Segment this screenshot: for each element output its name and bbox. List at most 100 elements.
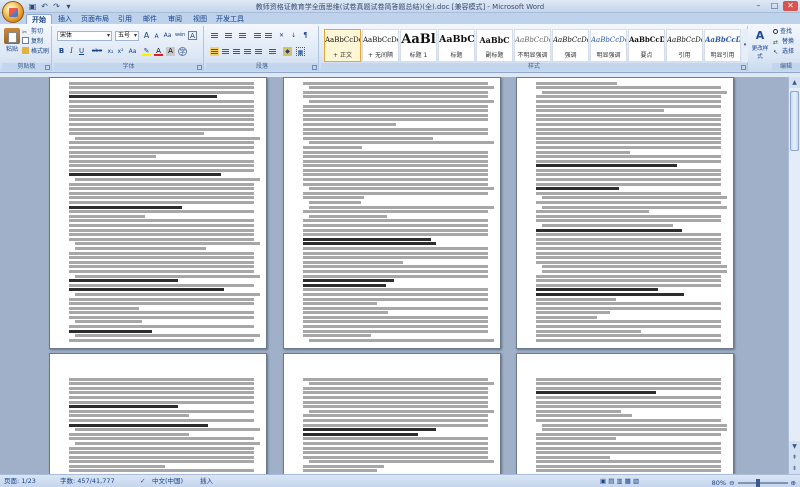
style-normal[interactable]: AaBbCcDc + 正文	[324, 29, 361, 62]
align-center-icon[interactable]	[221, 47, 230, 56]
page-indicator[interactable]: 页面: 1/23	[4, 475, 36, 487]
page-3[interactable]	[516, 77, 734, 349]
vertical-scrollbar[interactable]: ▲ ▼ ⇞ ⇟	[788, 77, 800, 474]
maximize-icon[interactable]: □	[767, 1, 782, 11]
page-5[interactable]	[283, 353, 501, 474]
paragraph-launcher-icon[interactable]	[312, 65, 317, 70]
character-shading-icon[interactable]: A	[166, 47, 175, 56]
numbering-icon[interactable]	[224, 31, 233, 40]
style-emphasis[interactable]: AaBbCcDc 强调	[552, 29, 589, 62]
minimize-icon[interactable]: –	[751, 1, 766, 11]
multilevel-list-icon[interactable]	[238, 31, 247, 40]
superscript-button[interactable]: x²	[116, 47, 125, 56]
shading-icon[interactable]: ◆	[283, 47, 292, 56]
font-launcher-icon[interactable]	[197, 65, 202, 70]
style-subtitle[interactable]: AaBbC 副标题	[476, 29, 513, 62]
language-indicator[interactable]: 中文(中国)	[152, 475, 183, 487]
style-subtle-emphasis[interactable]: AaBbCcDc 不明显强调	[514, 29, 551, 62]
chinese-layout-icon[interactable]: ✕	[277, 31, 286, 40]
zoom-slider-knob[interactable]	[755, 479, 760, 487]
format-painter-button[interactable]: 格式刷	[22, 47, 49, 56]
outline-icon[interactable]: ▦	[625, 477, 631, 485]
tab-home[interactable]: 开始	[26, 14, 52, 24]
copy-button[interactable]: 复制	[22, 37, 43, 46]
web-layout-icon[interactable]: ▥	[616, 477, 622, 485]
style-no-spacing[interactable]: AaBbCcDc + 无间隔	[362, 29, 399, 62]
spelling-status-icon[interactable]: ✓	[140, 475, 145, 487]
tab-developer[interactable]: 开发工具	[214, 14, 246, 24]
font-size-select[interactable]: 五号	[115, 31, 139, 41]
zoom-slider[interactable]	[737, 479, 788, 487]
office-button[interactable]	[2, 1, 24, 23]
sort-icon[interactable]: ↓	[289, 31, 298, 40]
page-6[interactable]	[516, 353, 734, 474]
style-title[interactable]: AaBbC 标题	[438, 29, 475, 62]
bullets-icon[interactable]	[210, 31, 219, 40]
styles-launcher-icon[interactable]	[741, 65, 746, 70]
paste-button[interactable]: 粘贴	[3, 28, 21, 53]
character-border-button[interactable]: A	[188, 31, 197, 40]
enclose-characters-icon[interactable]: 字	[178, 47, 187, 56]
style-strong[interactable]: AaBbCcDc要点	[628, 29, 665, 62]
cut-button[interactable]: ✂ 剪切	[22, 27, 43, 36]
phonetic-guide-button[interactable]: wén	[175, 31, 185, 40]
justify-icon[interactable]	[243, 47, 252, 56]
borders-icon[interactable]: ▦	[296, 47, 305, 56]
italic-button[interactable]: I	[67, 47, 76, 56]
strikethrough-button[interactable]: abe	[90, 47, 104, 56]
replace-button[interactable]: ⇄ 替换	[773, 37, 794, 46]
text-line	[536, 168, 721, 172]
draft-icon[interactable]: ▧	[633, 477, 639, 485]
page-2[interactable]	[283, 77, 501, 349]
line-spacing-icon[interactable]	[268, 47, 277, 56]
style-intense-emphasis[interactable]: AaBbCcDc 明显强调	[590, 29, 627, 62]
zoom-out-icon[interactable]: ⊖	[729, 477, 734, 487]
style-intense-quote[interactable]: AaBbCcDc明显引用	[704, 29, 741, 62]
tab-references[interactable]: 引用	[114, 14, 136, 24]
font-color-icon[interactable]: A	[154, 47, 163, 56]
zoom-level[interactable]: 80%	[712, 477, 726, 487]
text-line	[303, 469, 377, 473]
scroll-up-icon[interactable]: ▲	[789, 77, 800, 88]
tab-view[interactable]: 视图	[189, 14, 211, 24]
highlight-icon[interactable]: ✎	[142, 47, 151, 56]
style-quote[interactable]: AaBbCcDc 引用	[666, 29, 703, 62]
document-area[interactable]	[0, 77, 788, 474]
increase-indent-icon[interactable]	[264, 31, 273, 40]
zoom-in-icon[interactable]: ⊕	[791, 477, 796, 487]
align-left-icon[interactable]	[210, 47, 219, 56]
page-4[interactable]	[49, 353, 267, 474]
clipboard-launcher-icon[interactable]	[45, 65, 50, 70]
underline-button[interactable]: U	[77, 47, 86, 56]
word-count[interactable]: 字数: 457/41,777	[60, 475, 115, 487]
next-page-icon[interactable]: ⇟	[789, 463, 800, 474]
grow-font-button[interactable]: A	[142, 31, 151, 40]
styles-more-icon[interactable]: ▾	[742, 29, 748, 62]
find-button[interactable]: 查找	[773, 27, 792, 36]
tab-review[interactable]: 审阅	[164, 14, 186, 24]
insert-mode[interactable]: 插入	[200, 475, 213, 487]
tab-mailings[interactable]: 邮件	[139, 14, 161, 24]
font-family-select[interactable]: 宋体	[57, 31, 112, 41]
subscript-button[interactable]: x₂	[106, 47, 115, 56]
shrink-font-button[interactable]: A	[152, 32, 161, 41]
close-icon[interactable]: ✕	[783, 1, 798, 11]
clear-format-button[interactable]: Aa	[163, 31, 172, 40]
style-heading-1[interactable]: AaBl 标题 1	[400, 29, 437, 62]
print-layout-icon[interactable]: ▣	[600, 477, 606, 485]
full-screen-reading-icon[interactable]: ▤	[608, 477, 614, 485]
change-case-button[interactable]: Aa	[128, 47, 137, 56]
previous-page-icon[interactable]: ⇞	[789, 452, 800, 463]
bold-button[interactable]: B	[57, 47, 66, 56]
decrease-indent-icon[interactable]	[253, 31, 262, 40]
tab-page-layout[interactable]: 页面布局	[78, 14, 112, 24]
scroll-thumb[interactable]	[790, 91, 799, 151]
scroll-down-icon[interactable]: ▼	[789, 441, 800, 452]
select-button[interactable]: ↖ 选择	[773, 47, 794, 56]
change-styles-button[interactable]: A 更改样式	[750, 28, 770, 60]
distributed-icon[interactable]	[254, 47, 263, 56]
page-1[interactable]	[49, 77, 267, 349]
align-right-icon[interactable]	[232, 47, 241, 56]
show-marks-icon[interactable]: ¶	[301, 31, 310, 40]
tab-insert[interactable]: 插入	[54, 14, 76, 24]
